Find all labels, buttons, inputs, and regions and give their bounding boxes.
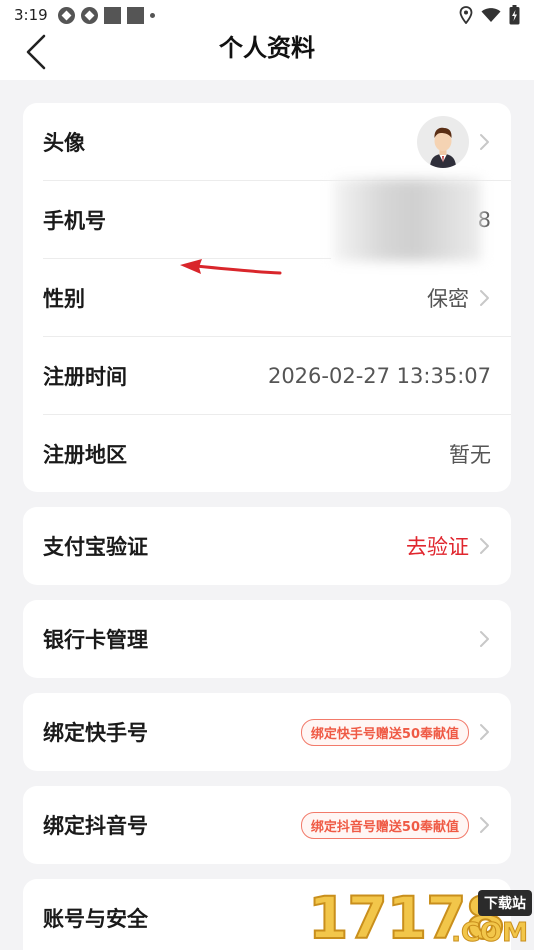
more-notifications-icon: [149, 12, 155, 18]
chevron-right-icon: [480, 538, 489, 554]
chevron-right-icon: [480, 631, 489, 647]
avatar[interactable]: [417, 116, 469, 168]
redacted-phone-mask: [333, 179, 481, 261]
alipay-label: 支付宝验证: [43, 535, 148, 559]
bind-kuaishou-row[interactable]: 绑定快手号 绑定快手号赠送50奉献值: [23, 693, 511, 771]
reg-region-value: 暂无: [449, 443, 491, 467]
reg-time-label: 注册时间: [43, 365, 127, 389]
location-icon: [459, 6, 473, 24]
bank-card: 银行卡管理: [23, 600, 511, 678]
avatar-row[interactable]: 头像: [23, 103, 511, 181]
notification-icons: [57, 6, 155, 24]
reg-time-value: 2026-02-27 13:35:07: [267, 364, 491, 388]
site-watermark-logo: 17178 下载站 .COM: [307, 883, 534, 950]
app-notification-icon: [126, 6, 144, 24]
watermark-domain: .COM: [451, 918, 529, 949]
security-label: 账号与安全: [43, 907, 148, 931]
app-notification-icon: [80, 6, 98, 24]
gender-value: 保密: [427, 287, 469, 311]
kuaishou-reward-badge: 绑定快手号赠送50奉献值: [300, 718, 469, 746]
alipay-verify-action[interactable]: 去验证: [406, 531, 469, 561]
app-notification-icon: [103, 6, 121, 24]
alipay-card: 支付宝验证 去验证: [23, 507, 511, 585]
avatar-label: 头像: [43, 131, 85, 155]
reg-region-row: 注册地区 暂无: [23, 415, 511, 493]
bind-douyin-row[interactable]: 绑定抖音号 绑定抖音号赠送50奉献值: [23, 786, 511, 864]
wifi-icon: [481, 8, 501, 22]
gender-label: 性别: [43, 287, 85, 311]
reg-region-label: 注册地区: [43, 443, 127, 467]
phone-label: 手机号: [43, 209, 106, 233]
chevron-right-icon: [480, 134, 489, 150]
watermark-tag: 下载站: [478, 890, 532, 916]
chevron-right-icon: [480, 817, 489, 833]
page-title: 个人资料: [219, 34, 315, 62]
douyin-reward-badge: 绑定抖音号赠送50奉献值: [300, 811, 469, 839]
chevron-right-icon: [480, 724, 489, 740]
alipay-verify-row[interactable]: 支付宝验证 去验证: [23, 507, 511, 585]
annotation-arrow-icon: [180, 259, 282, 275]
douyin-label: 绑定抖音号: [43, 814, 148, 838]
status-bar: 3:19: [0, 0, 534, 30]
bank-card-row[interactable]: 银行卡管理: [23, 600, 511, 678]
app-notification-icon: [57, 6, 75, 24]
kuaishou-card: 绑定快手号 绑定快手号赠送50奉献值: [23, 693, 511, 771]
status-time: 3:19: [14, 6, 48, 24]
kuaishou-label: 绑定快手号: [43, 721, 148, 745]
douyin-card: 绑定抖音号 绑定抖音号赠送50奉献值: [23, 786, 511, 864]
profile-card: 头像 手机号 8 性别 保密 注册时间 2026-02-27 13:35:07 …: [23, 103, 511, 492]
chevron-right-icon: [480, 290, 489, 306]
reg-time-row: 注册时间 2026-02-27 13:35:07: [23, 337, 511, 415]
battery-icon: [509, 5, 520, 25]
system-icons: [459, 5, 520, 25]
user-avatar-icon: [430, 127, 456, 168]
page-header: 个人资料: [0, 30, 534, 80]
bank-label: 银行卡管理: [43, 628, 148, 652]
